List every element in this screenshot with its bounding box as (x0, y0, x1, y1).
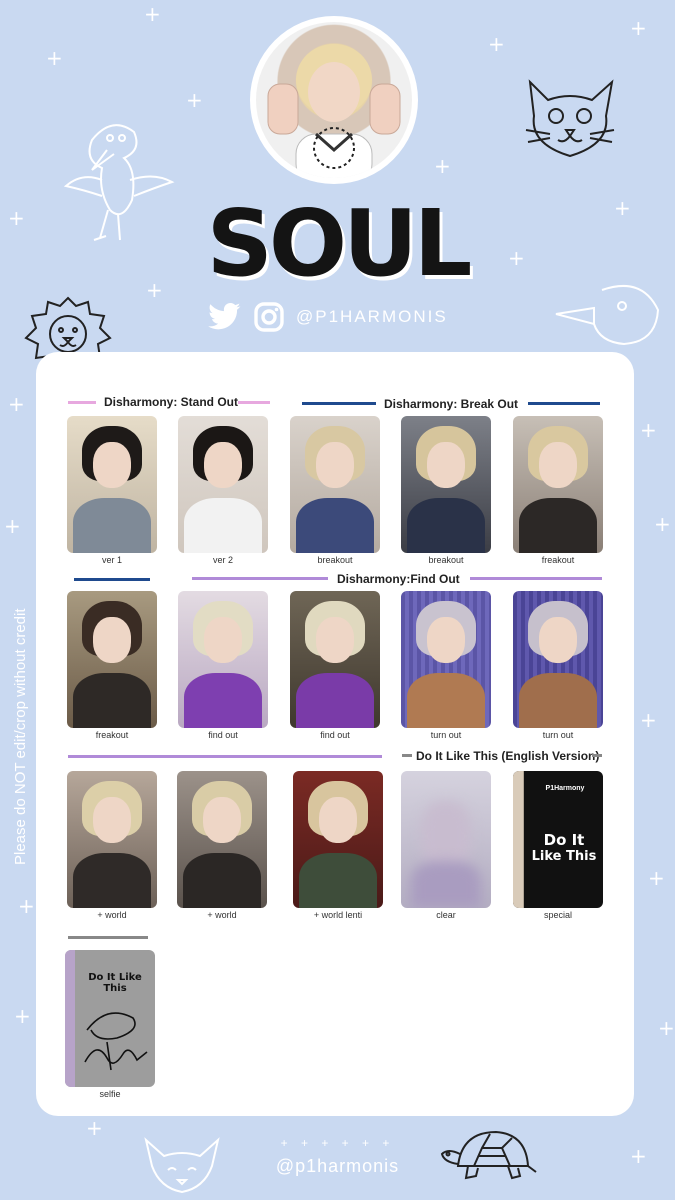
photocard-caption: freakout (95, 730, 129, 740)
divider (238, 401, 270, 404)
sparkle: + (186, 88, 203, 112)
photocard[interactable] (290, 416, 380, 553)
sparkle: + (14, 1004, 31, 1028)
photocard[interactable] (67, 771, 157, 908)
divider (528, 402, 600, 405)
photocard[interactable] (293, 771, 383, 908)
special-card-title-2: Like This (531, 849, 597, 864)
photocard-caption: + world (97, 910, 127, 920)
selfie-card-title: Do It Like This (88, 972, 142, 994)
photocard[interactable]: Do It Like This (65, 950, 155, 1087)
sparkle: + (654, 512, 671, 536)
photocard[interactable] (290, 591, 380, 728)
page-title: SOUL (206, 190, 473, 297)
photocard-caption: ver 1 (101, 555, 122, 565)
section-title-find-out: Disharmony:Find Out (337, 572, 460, 586)
photocard-caption: selfie (99, 1089, 121, 1099)
sparkle: + (648, 866, 665, 890)
social-handle[interactable]: @P1HARMONIS (296, 307, 448, 327)
sparkle: + (488, 32, 505, 56)
special-card-brand: P1Harmony (545, 785, 585, 792)
instagram-icon[interactable] (254, 302, 284, 332)
photocard[interactable] (67, 416, 157, 553)
photocard-caption: clear (436, 910, 456, 920)
sparkle: + (658, 1016, 675, 1040)
photocard[interactable] (401, 771, 491, 908)
divider (68, 401, 96, 404)
photocard-caption: breakout (317, 555, 353, 565)
divider (74, 578, 150, 581)
photocard[interactable]: P1Harmony Do It Like This (513, 771, 603, 908)
signature (84, 1012, 148, 1071)
sparkle: + (630, 16, 647, 40)
section-title-stand-out: Disharmony: Stand Out (104, 395, 239, 409)
divider (592, 754, 602, 757)
twitter-icon[interactable] (208, 303, 242, 331)
photocard[interactable] (67, 591, 157, 728)
divider (402, 754, 412, 757)
photocard-caption: + world lenti (313, 910, 363, 920)
sparkle: + (86, 1116, 103, 1140)
divider (192, 577, 328, 580)
photocard[interactable] (178, 416, 268, 553)
sparkle: + (8, 392, 25, 416)
sparkle: + (640, 418, 657, 442)
social-row: @P1HARMONIS (208, 302, 448, 332)
photocard[interactable] (513, 416, 603, 553)
special-card-title-1: Do It (543, 831, 585, 849)
section-title-break-out: Disharmony: Break Out (384, 397, 519, 411)
footer-decoration: + + + + + + (280, 1136, 395, 1150)
section-title-do-it-like-this: Do It Like This (English Version) (416, 749, 600, 763)
photocard-caption: special (543, 910, 572, 920)
photocard-caption: turn out (542, 730, 574, 740)
photocard-caption: turn out (430, 730, 462, 740)
photocard-caption: find out (320, 730, 350, 740)
divider (470, 577, 602, 580)
sparkle: + (144, 2, 161, 26)
photocard[interactable] (177, 771, 267, 908)
cat-doodle (525, 79, 615, 158)
sparkle: + (46, 46, 63, 70)
divider (68, 755, 382, 758)
sparkle: + (640, 708, 657, 732)
sparkle: + (434, 154, 451, 178)
photocard-caption: find out (208, 730, 238, 740)
photocard-caption: freakout (541, 555, 575, 565)
photocard[interactable] (513, 591, 603, 728)
divider (302, 402, 376, 405)
watermark-text: Please do NOT edit/crop without credit (12, 608, 29, 865)
divider (68, 936, 148, 939)
sparkle: + (4, 514, 21, 538)
photocard[interactable] (401, 416, 491, 553)
sparkle: + (18, 894, 35, 918)
profile-avatar (250, 16, 418, 184)
photocard-caption: ver 2 (212, 555, 233, 565)
photocard-caption: breakout (428, 555, 464, 565)
photocard-caption: + world (207, 910, 237, 920)
photocard[interactable] (178, 591, 268, 728)
footer-handle[interactable]: @p1harmonis (0, 1156, 675, 1177)
photocard[interactable] (401, 591, 491, 728)
